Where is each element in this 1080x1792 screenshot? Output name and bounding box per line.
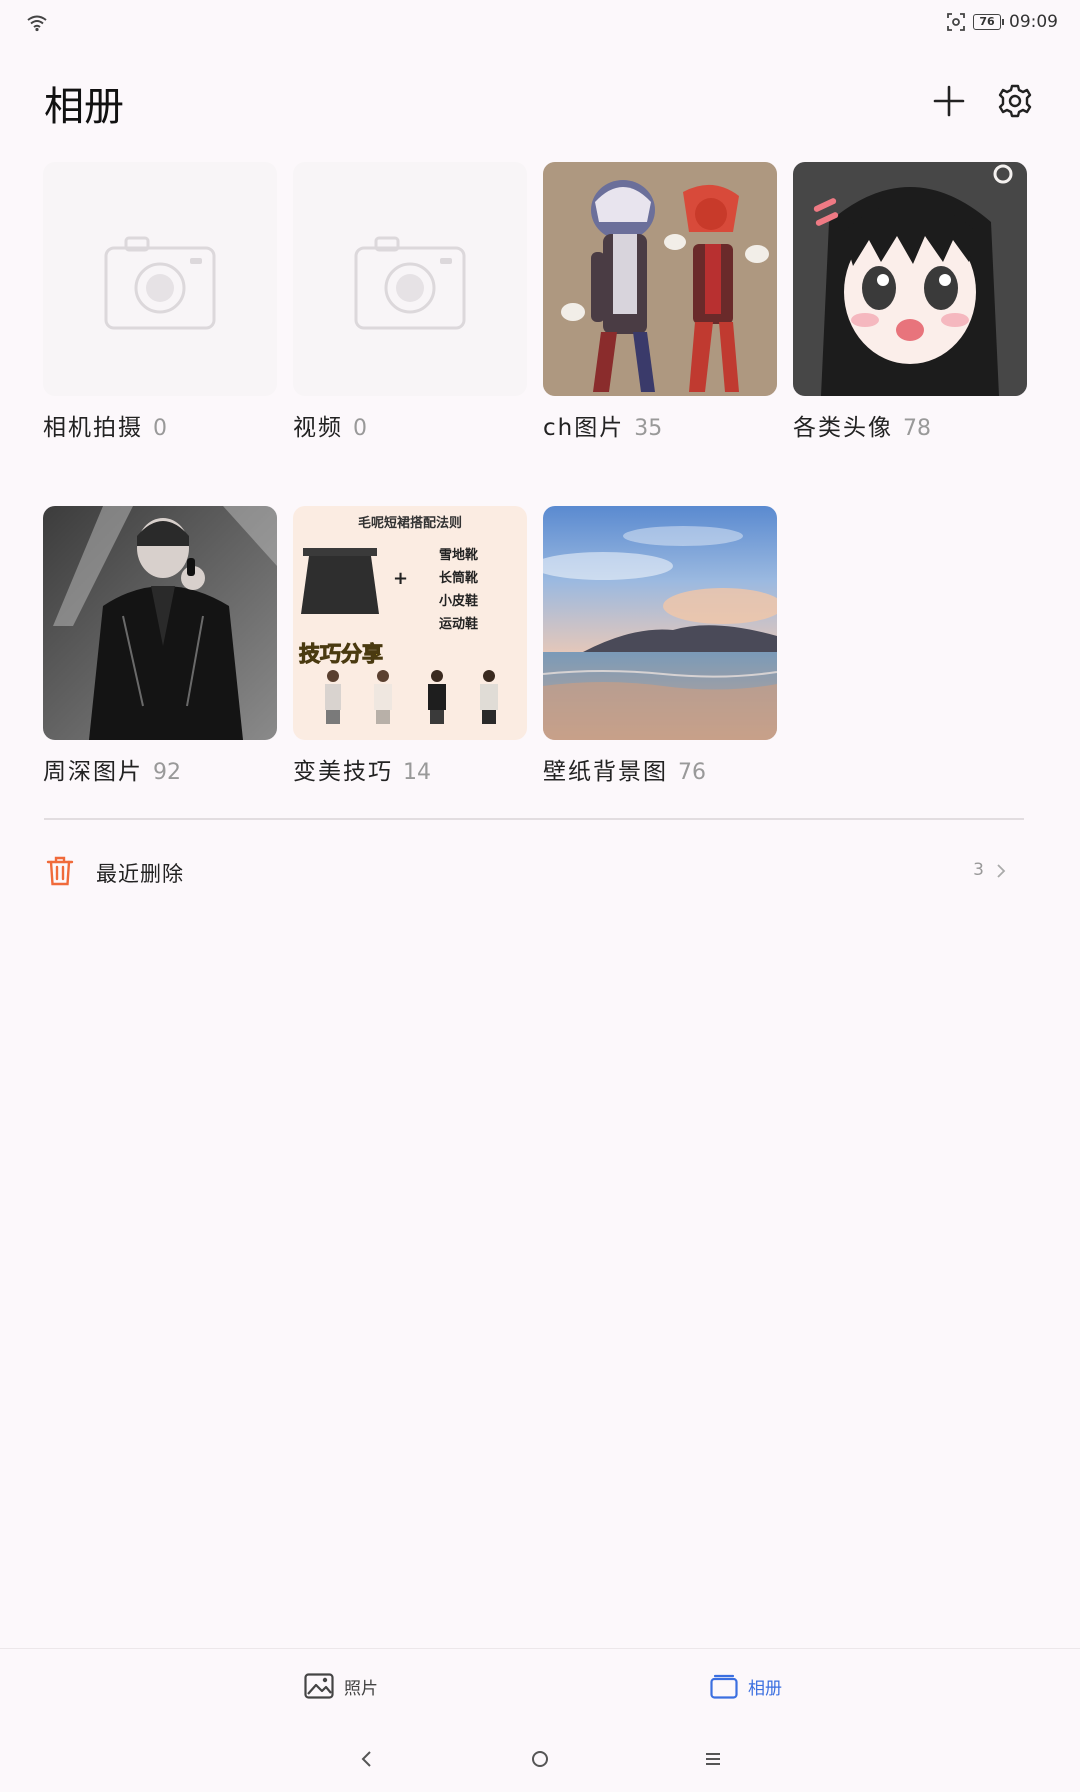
- album-count: 0: [153, 416, 167, 441]
- tab-albums[interactable]: 相册: [710, 1673, 782, 1699]
- page-title: 相册: [44, 84, 124, 130]
- album-caption: 各类头像 78: [793, 408, 1029, 441]
- album-thumb: [543, 506, 777, 740]
- thumb-plus: +: [393, 568, 409, 589]
- album-caption: 相机拍摄 0: [43, 408, 279, 441]
- beach-landscape-thumbnail: [543, 506, 777, 740]
- menu-icon[interactable]: [698, 1744, 728, 1774]
- home-icon[interactable]: [525, 1744, 555, 1774]
- album-count: 35: [634, 416, 663, 441]
- settings-gear-icon[interactable]: [996, 82, 1034, 120]
- tab-albums-label: 相册: [748, 1678, 782, 1699]
- album-thumb: [43, 506, 277, 740]
- clock: 09:09: [1009, 12, 1058, 32]
- album-caption: 壁纸背景图 76: [543, 752, 779, 785]
- recently-deleted-label: 最近删除: [96, 862, 184, 886]
- singer-photo-thumbnail: [43, 506, 277, 740]
- camera-placeholder-icon: [104, 236, 216, 330]
- divider: [44, 818, 1024, 820]
- album-count: 14: [403, 760, 431, 785]
- battery-icon: 76: [973, 14, 1004, 30]
- album-thumb: 毛呢短裙搭配法则 + 雪地靴 长筒靴 小皮鞋 运动鞋 技巧分享: [293, 506, 527, 740]
- album-count: 0: [353, 416, 367, 441]
- album-wallpapers[interactable]: 壁纸背景图 76: [543, 506, 779, 785]
- album-thumb: [793, 162, 1027, 396]
- thumb-banner: 技巧分享: [299, 642, 384, 667]
- header: 相册: [0, 60, 1080, 140]
- album-name: 各类头像: [793, 415, 893, 441]
- album-zhoushen-pictures[interactable]: 周深图片 92: [43, 506, 279, 785]
- album-name: 相机拍摄: [43, 415, 143, 441]
- album-thumb: [43, 162, 277, 396]
- album-name: 壁纸背景图: [543, 759, 668, 785]
- album-thumb: [293, 162, 527, 396]
- skirt-illustration: [301, 548, 379, 614]
- album-name: 变美技巧: [293, 759, 393, 785]
- album-icon: [710, 1674, 738, 1699]
- thumb-title: 毛呢短裙搭配法则: [357, 516, 462, 531]
- bottom-nav: 照片 相册: [0, 1648, 1080, 1729]
- system-nav-bar: [0, 1730, 1080, 1792]
- album-caption: 视频 0: [293, 408, 529, 441]
- shoe-item: 长筒靴: [439, 571, 479, 586]
- album-count: 76: [678, 760, 706, 785]
- status-right: 76 09:09: [947, 12, 1058, 32]
- recently-deleted-count: 3: [973, 860, 984, 880]
- shoe-item: 运动鞋: [439, 617, 479, 632]
- album-thumb: [543, 162, 777, 396]
- album-beauty-tips[interactable]: 毛呢短裙搭配法则 + 雪地靴 长筒靴 小皮鞋 运动鞋 技巧分享 变美技巧 14: [293, 506, 529, 785]
- trash-icon: [46, 856, 74, 886]
- album-name: 视频: [293, 415, 343, 441]
- tab-photos-label: 照片: [344, 1678, 378, 1699]
- shoe-item: 小皮鞋: [439, 594, 479, 609]
- album-ch-pictures[interactable]: ch图片 35: [543, 162, 779, 441]
- album-name: ch图片: [543, 415, 625, 441]
- wifi-icon: [27, 15, 47, 32]
- outfit-figures: [325, 670, 498, 724]
- anime-characters-thumbnail: [543, 162, 777, 396]
- album-caption: 变美技巧 14: [293, 752, 529, 785]
- shoe-item: 雪地靴: [439, 548, 479, 563]
- back-icon[interactable]: [352, 1744, 382, 1774]
- album-name: 周深图片: [43, 759, 143, 785]
- screenshot-icon: [947, 13, 965, 31]
- recently-deleted-row[interactable]: 最近删除 3: [44, 846, 1014, 898]
- add-album-button[interactable]: [930, 82, 968, 120]
- album-caption: 周深图片 92: [43, 752, 279, 785]
- status-bar: 76 09:09: [0, 0, 1080, 50]
- album-avatars[interactable]: 各类头像 78: [793, 162, 1029, 441]
- chevron-right-icon: [997, 864, 1006, 878]
- album-camera[interactable]: 相机拍摄 0: [43, 162, 279, 441]
- tab-photos[interactable]: 照片: [304, 1673, 378, 1699]
- album-count: 92: [153, 760, 181, 785]
- album-video[interactable]: 视频 0: [293, 162, 529, 441]
- image-icon: [304, 1673, 334, 1699]
- shoe-list: 雪地靴 长筒靴 小皮鞋 运动鞋: [439, 544, 478, 632]
- camera-placeholder-icon: [354, 236, 466, 330]
- album-caption: ch图片 35: [543, 408, 779, 441]
- anime-girl-thumbnail: [793, 162, 1027, 396]
- album-count: 78: [903, 416, 931, 441]
